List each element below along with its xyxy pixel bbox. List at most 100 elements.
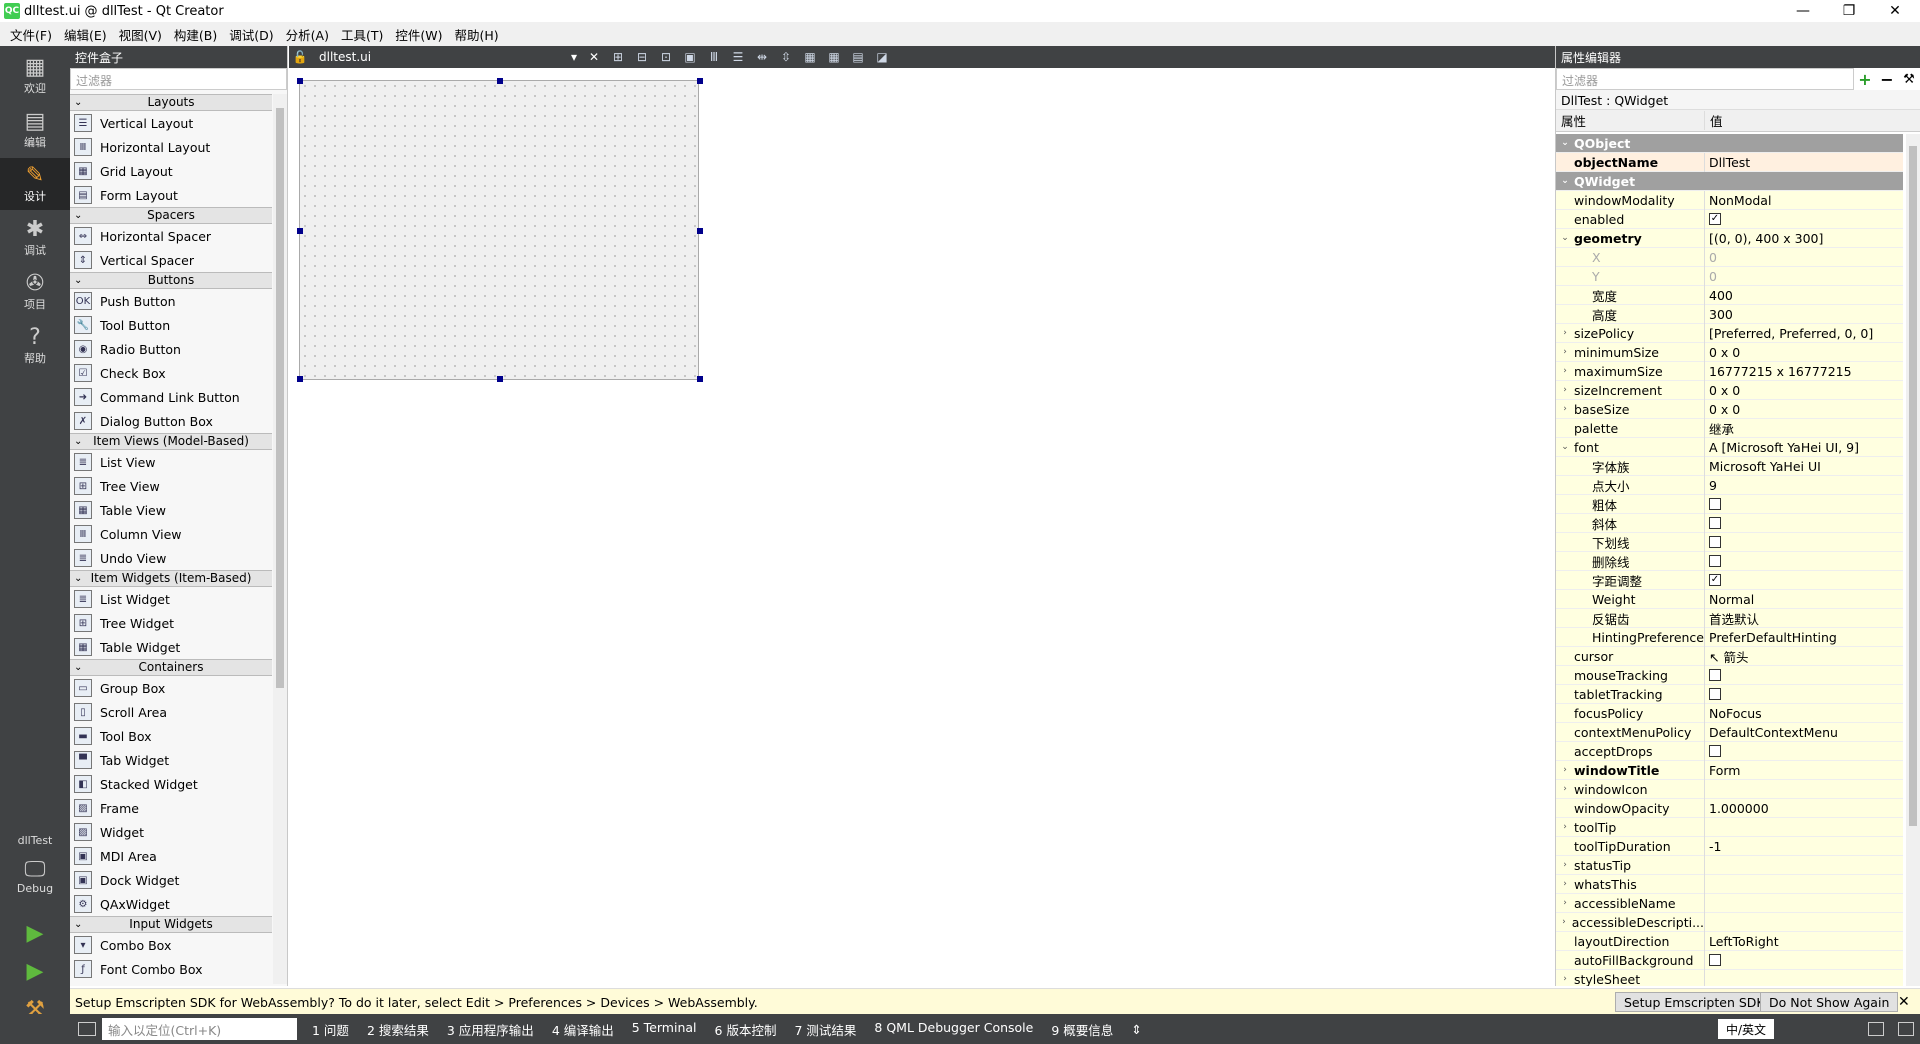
resize-handle[interactable] [297,228,303,234]
output-pane-button[interactable]: 8 QML Debugger Console [865,1020,1042,1039]
property-value[interactable]: 0 x 0 [1705,402,1903,417]
widget-item[interactable]: ≣ Undo View [70,546,272,570]
widget-item[interactable]: ⚙ QAxWidget [70,892,272,916]
widget-item[interactable]: ▣ MDI Area [70,844,272,868]
property-row[interactable]: toolTipDuration -1 [1556,836,1903,856]
widget-category-header[interactable]: ⌄ Spacers [70,207,272,224]
ime-indicator[interactable]: 中/英文 [1718,1019,1774,1039]
property-row[interactable]: layoutDirection LeftToRight [1556,931,1903,951]
widget-item[interactable]: Ⅲ Column View [70,522,272,546]
property-value[interactable]: 0 [1705,250,1903,265]
property-row[interactable]: 字体族 Microsoft YaHei UI [1556,456,1903,476]
widget-item[interactable]: OK Push Button [70,289,272,313]
add-property-icon[interactable]: + [1854,70,1876,89]
locator-input[interactable]: 输入以定位(Ctrl+K) [102,1018,297,1040]
property-value[interactable]: 1.000000 [1705,801,1903,816]
property-value[interactable] [1705,954,1903,966]
widget-category-header[interactable]: ⌄ Item Views (Model-Based) [70,433,272,450]
property-value[interactable] [1705,669,1903,681]
property-row[interactable]: objectName DllTest [1556,152,1903,172]
property-row[interactable]: windowOpacity 1.000000 [1556,798,1903,818]
widget-item[interactable]: ▀ Tab Widget [70,748,272,772]
chevron-right-icon[interactable]: › [1556,784,1574,794]
chevron-down-icon[interactable]: ⌄ [1556,442,1574,452]
remove-property-icon[interactable]: − [1876,70,1898,89]
property-value[interactable]: 0 [1705,269,1903,284]
run-button[interactable]: ▶ [0,914,70,952]
chevron-right-icon[interactable]: › [1556,860,1574,870]
menu-item[interactable]: 编辑(E) [58,25,113,44]
property-row[interactable]: 粗体 [1556,494,1903,514]
property-row[interactable]: X0 [1556,247,1903,267]
checkbox[interactable]: ✓ [1709,213,1721,225]
chevron-right-icon[interactable]: › [1556,328,1574,338]
property-value[interactable]: ✓ [1705,574,1903,586]
chevron-down-icon[interactable]: ⌄ [1556,176,1574,186]
widget-item[interactable]: ▬ Tool Box [70,724,272,748]
widget-item[interactable]: 🔧 Tool Button [70,313,272,337]
property-value[interactable]: [Preferred, Preferred, 0, 0] [1705,326,1903,341]
widget-item[interactable]: ➜ Command Link Button [70,385,272,409]
chevron-right-icon[interactable]: › [1556,822,1574,832]
widget-item[interactable]: ▣ Dock Widget [70,868,272,892]
widget-item[interactable]: ⊞ Tree View [70,474,272,498]
checkbox[interactable] [1709,688,1721,700]
property-row[interactable]: ⌄ QObject [1556,134,1903,153]
property-value[interactable] [1705,688,1903,700]
output-pane-button[interactable]: 9 概要信息 [1042,1020,1122,1039]
widget-item[interactable]: ▦ Grid Layout [70,159,272,183]
layout-tool-icon[interactable]: ⊡ [655,48,677,66]
kit-selector[interactable]: 🖵 Debug [0,850,70,902]
property-row[interactable]: › windowTitle Form [1556,760,1903,780]
widget-item[interactable]: ▦ Table Widget [70,635,272,659]
checkbox[interactable] [1709,536,1721,548]
property-row[interactable]: enabled ✓ [1556,209,1903,229]
do-not-show-again-button[interactable]: Do Not Show Again [1760,992,1899,1012]
design-form-canvas[interactable] [297,78,703,382]
property-row[interactable]: Y0 [1556,266,1903,286]
mode-3[interactable]: ✱ 调试 [0,212,70,264]
output-pane-button[interactable]: 5 Terminal [623,1020,706,1039]
mode-4[interactable]: ✇ 项目 [0,266,70,318]
property-value[interactable]: A [Microsoft YaHei UI, 9] [1705,440,1903,455]
property-value[interactable] [1705,555,1903,567]
property-value[interactable]: ✓ [1705,213,1903,225]
property-row[interactable]: › windowIcon [1556,779,1903,799]
property-value[interactable]: 300 [1705,307,1903,322]
property-value[interactable]: LeftToRight [1705,934,1903,949]
output-pane-button[interactable]: 4 编译输出 [543,1020,623,1039]
configure-icon[interactable]: ⚒ [1898,72,1920,87]
output-pane-toggle-icon[interactable] [1868,1022,1884,1036]
checkbox[interactable]: ✓ [1709,574,1721,586]
property-value[interactable] [1705,498,1903,510]
property-row[interactable]: contextMenuPolicy DefaultContextMenu [1556,722,1903,742]
property-value[interactable]: 首选默认 [1705,609,1903,628]
chevron-down-icon[interactable]: ⌄ [1556,138,1574,148]
property-row[interactable]: tabletTracking [1556,684,1903,704]
widget-item[interactable]: ≣ List Widget [70,587,272,611]
property-value[interactable]: DefaultContextMenu [1705,725,1903,740]
property-row[interactable]: HintingPreference PreferDefaultHinting [1556,627,1903,647]
setup-emscripten-button[interactable]: Setup Emscripten SDK [1615,992,1774,1012]
property-row[interactable]: › maximumSize 16777215 x 16777215 [1556,361,1903,381]
resize-handle[interactable] [497,376,503,382]
chevron-right-icon[interactable]: › [1556,404,1574,414]
widget-category-header[interactable]: ⌄ Layouts [70,94,272,111]
property-filter-input[interactable]: 过滤器 [1556,68,1854,90]
checkbox[interactable] [1709,669,1721,681]
property-value[interactable] [1705,536,1903,548]
widget-item[interactable]: Ⅲ Horizontal Layout [70,135,272,159]
widget-item[interactable]: ◧ Stacked Widget [70,772,272,796]
property-value[interactable]: 0 x 0 [1705,345,1903,360]
checkbox[interactable] [1709,555,1721,567]
widget-item[interactable]: ƒ Font Combo Box [70,957,272,981]
menu-item[interactable]: 控件(W) [389,25,448,44]
property-row[interactable]: 高度 300 [1556,304,1903,324]
widget-category-header[interactable]: ⌄ Input Widgets [70,916,272,933]
property-row[interactable]: 反锯齿 首选默认 [1556,608,1903,628]
property-value[interactable]: Form [1705,763,1903,778]
property-value[interactable]: 16777215 x 16777215 [1705,364,1903,379]
menu-item[interactable]: 视图(V) [113,25,168,44]
widget-item[interactable]: ▨ Frame [70,796,272,820]
widget-item[interactable]: ☰ Vertical Layout [70,111,272,135]
